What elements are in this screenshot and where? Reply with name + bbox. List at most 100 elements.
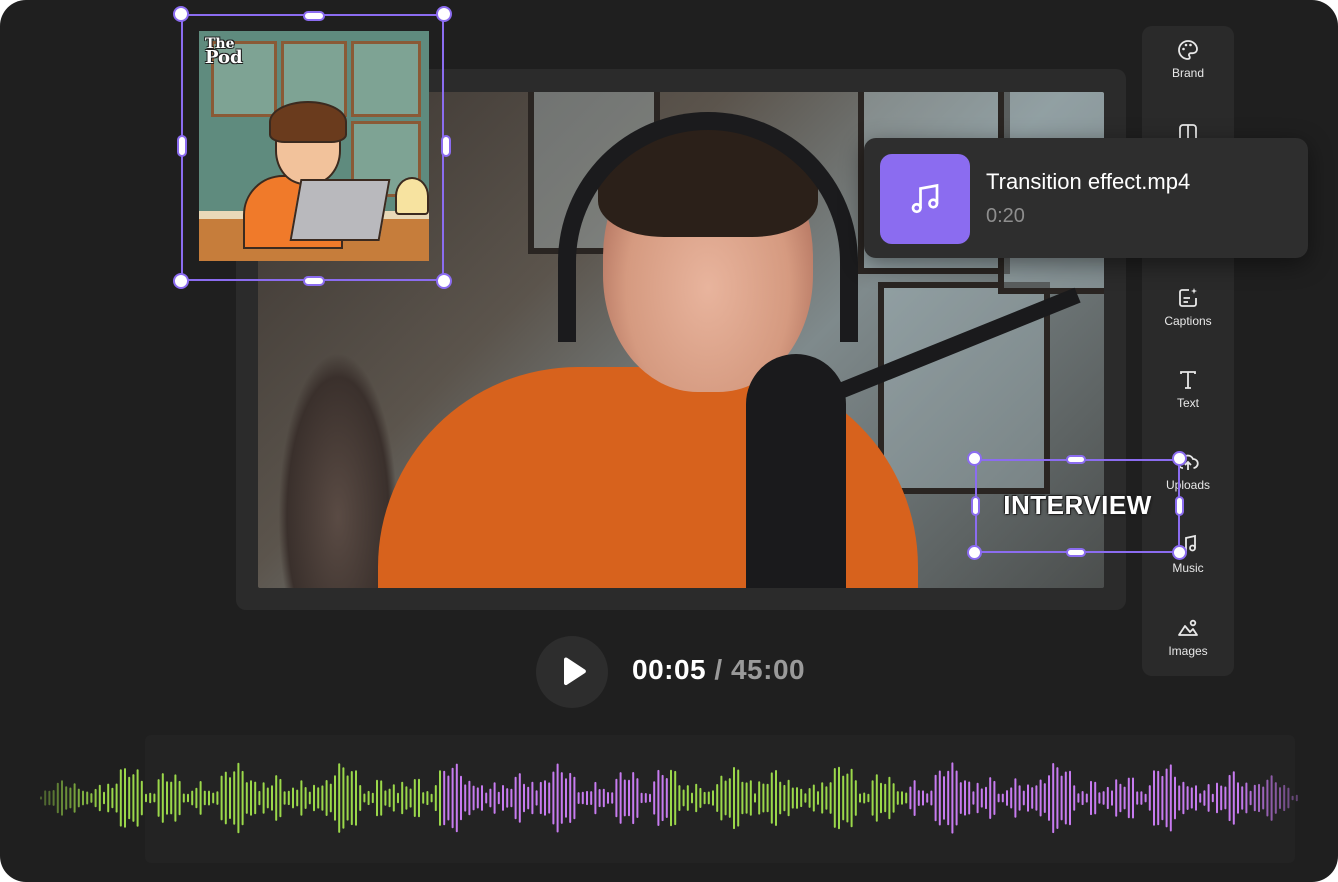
file-card-thumbnail xyxy=(880,154,970,244)
waveform-bar xyxy=(430,793,433,803)
waveform-bar xyxy=(73,783,76,813)
waveform-bar xyxy=(1140,791,1143,805)
waveform-bar xyxy=(350,771,353,826)
waveform-bar xyxy=(539,781,542,815)
text-resize-handle-left[interactable] xyxy=(971,496,980,516)
text-resize-handle-top[interactable] xyxy=(1066,455,1086,464)
audio-waveform[interactable] xyxy=(40,760,1300,836)
waveform-bar xyxy=(821,782,824,814)
waveform-bar xyxy=(44,790,47,806)
waveform-bar xyxy=(346,775,349,821)
waveform-bar xyxy=(1081,791,1084,806)
text-resize-handle-bottom-left[interactable] xyxy=(967,545,982,560)
waveform-bar xyxy=(1161,775,1164,821)
resize-handle-bottom-right[interactable] xyxy=(436,273,452,289)
waveform-bar xyxy=(409,788,412,808)
waveform-bar xyxy=(922,790,924,806)
waveform-bar xyxy=(161,773,164,823)
waveform-bar xyxy=(468,780,471,816)
waveform-bar xyxy=(1035,785,1038,811)
waveform-bar xyxy=(1295,794,1298,802)
waveform-bar xyxy=(611,792,614,804)
resize-handle-top-left[interactable] xyxy=(173,6,189,22)
waveform-bar xyxy=(86,791,89,805)
resize-handle-top[interactable] xyxy=(303,11,325,21)
waveform-bar xyxy=(594,781,597,815)
waveform-bar xyxy=(548,782,551,814)
waveform-bar xyxy=(187,793,189,803)
waveform-bar xyxy=(1182,781,1185,815)
waveform-bar xyxy=(997,793,1000,803)
waveform-bar xyxy=(703,791,706,805)
waveform-bar xyxy=(1090,780,1092,816)
text-resize-handle-right[interactable] xyxy=(1175,496,1184,516)
waveform-bar xyxy=(472,785,475,811)
waveform-bar xyxy=(796,787,798,809)
play-icon xyxy=(564,657,586,686)
sidebar-item-label: Brand xyxy=(1171,66,1205,80)
resize-handle-bottom[interactable] xyxy=(303,276,325,286)
waveform-bar xyxy=(825,786,828,810)
waveform-bar xyxy=(321,785,324,811)
waveform-bar xyxy=(128,776,131,820)
waveform-bar xyxy=(682,789,685,807)
resize-handle-left[interactable] xyxy=(177,135,187,157)
waveform-bar xyxy=(1270,775,1273,821)
waveform-bar xyxy=(510,788,513,808)
waveform-bar xyxy=(565,778,567,818)
resize-handle-top-right[interactable] xyxy=(436,6,452,22)
waveform-bar xyxy=(1174,776,1176,820)
waveform-bar xyxy=(607,792,609,804)
waveform-bar xyxy=(842,775,845,821)
waveform-bar xyxy=(754,793,756,803)
waveform-bar xyxy=(1052,763,1055,834)
text-resize-handle-top-right[interactable] xyxy=(1172,451,1187,466)
resize-handle-bottom-left[interactable] xyxy=(173,273,189,289)
waveform-bar xyxy=(762,783,765,813)
waveform-bar xyxy=(514,776,517,820)
play-button[interactable] xyxy=(536,636,608,708)
resize-handle-right[interactable] xyxy=(441,135,451,157)
waveform-bar xyxy=(938,770,941,826)
waveform-bar xyxy=(489,788,492,808)
waveform-bar xyxy=(980,788,983,808)
waveform-bar xyxy=(1136,791,1139,805)
waveform-bar xyxy=(909,786,912,810)
text-resize-handle-top-left[interactable] xyxy=(967,451,982,466)
waveform-bar xyxy=(342,767,345,829)
waveform-bar xyxy=(69,787,72,809)
waveform-bar xyxy=(880,782,882,814)
waveform-bar xyxy=(1157,770,1160,826)
waveform-bar xyxy=(455,763,458,833)
text-resize-handle-bottom[interactable] xyxy=(1066,548,1086,557)
waveform-bar xyxy=(1132,777,1134,819)
waveform-bar xyxy=(149,792,152,804)
sidebar-item-captions[interactable]: Captions xyxy=(1142,286,1234,346)
waveform-bar xyxy=(724,780,727,816)
sidebar-item-label: Images xyxy=(1168,644,1208,658)
waveform-bar xyxy=(934,774,937,822)
waveform-bar xyxy=(863,792,866,804)
waveform-bar xyxy=(791,787,794,809)
waveform-bar xyxy=(1266,779,1269,817)
waveform-bar xyxy=(787,779,790,817)
sidebar-item-images[interactable]: Images xyxy=(1142,616,1234,676)
waveform-bar xyxy=(1283,784,1286,812)
waveform-bar xyxy=(94,788,97,808)
waveform-bar xyxy=(497,791,500,805)
waveform-bar xyxy=(741,781,744,815)
waveform-bar xyxy=(178,780,181,816)
waveform-bar xyxy=(1018,785,1021,811)
sidebar-item-brand[interactable]: Brand xyxy=(1142,38,1234,98)
waveform-bar xyxy=(628,779,630,817)
waveform-bar xyxy=(598,789,601,808)
waveform-bar xyxy=(90,793,93,803)
sidebar-item-text[interactable]: Text xyxy=(1142,368,1234,428)
sidebar-item-label: Text xyxy=(1176,396,1199,410)
waveform-bar xyxy=(266,787,269,809)
text-resize-handle-bottom-right[interactable] xyxy=(1172,545,1187,560)
waveform-bar xyxy=(1232,771,1235,825)
waveform-bar xyxy=(397,792,399,804)
waveform-bar xyxy=(1119,783,1122,813)
waveform-bar xyxy=(712,790,714,806)
